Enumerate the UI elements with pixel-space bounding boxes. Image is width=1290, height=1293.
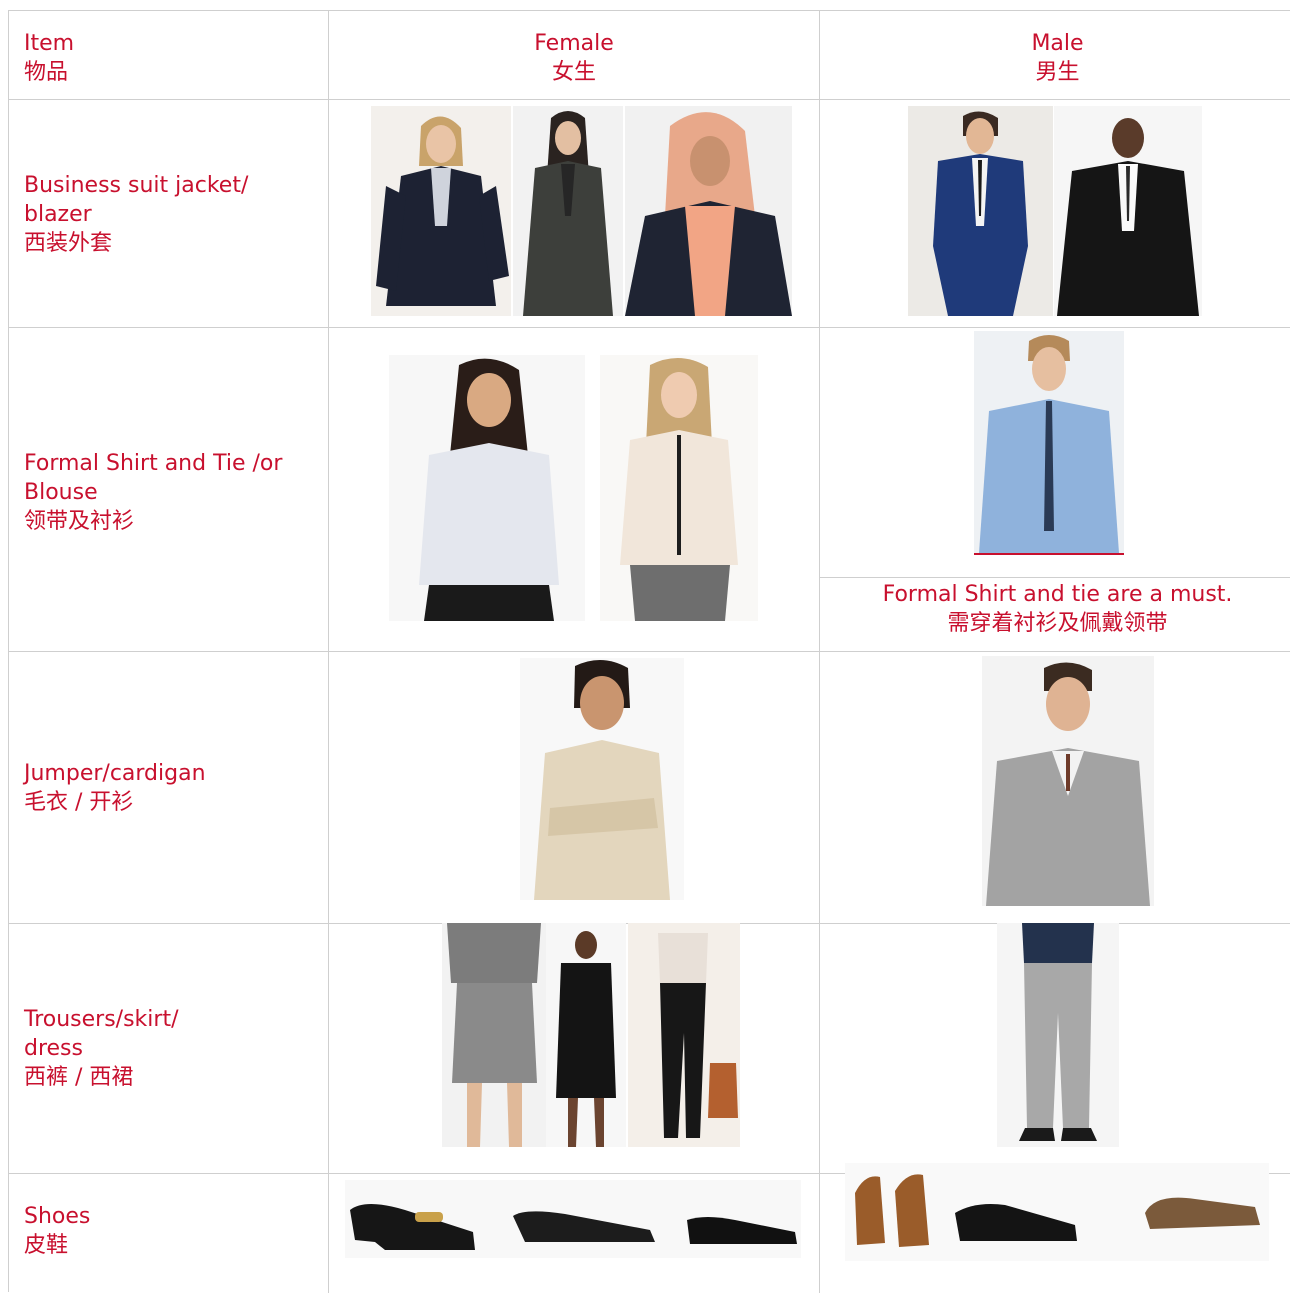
female-jumper-photo — [520, 658, 684, 900]
female-suit-photo-1 — [371, 106, 511, 316]
shirt-male-note-en: Formal Shirt and tie are a must. — [882, 582, 1233, 607]
male-shoes-photo — [845, 1163, 1269, 1261]
male-shirt-photo — [974, 331, 1124, 555]
jumper-label-zh: 毛衣 / 开衫 — [24, 790, 134, 815]
shoes-label-zh: 皮鞋 — [24, 1233, 69, 1258]
trousers-label-en-2: dress — [24, 1036, 83, 1061]
header-male-en: Male — [1031, 31, 1084, 56]
female-trousers-photo-3 — [628, 923, 740, 1147]
header-item-cell: Item 物品 — [9, 11, 329, 99]
suit-label-zh: 西装外套 — [24, 231, 113, 256]
header-female-en: Female — [534, 31, 614, 56]
shirt-label-en-1: Formal Shirt and Tie /or — [24, 451, 283, 476]
shirt-label-cell: Formal Shirt and Tie /or Blouse 领带及衬衫 — [9, 328, 329, 651]
suit-label-en-2: blazer — [24, 202, 92, 227]
shoes-label-en: Shoes — [24, 1204, 91, 1229]
header-female-zh: 女生 — [551, 60, 596, 85]
header-item-en: Item — [24, 31, 75, 56]
female-trousers-photo-2 — [546, 923, 626, 1147]
female-suit-photo-3 — [625, 106, 792, 316]
trousers-label-cell: Trousers/skirt/ dress 西裤 / 西裙 — [9, 924, 329, 1173]
male-suit-photo-2 — [1054, 106, 1202, 316]
trousers-label-en-1: Trousers/skirt/ — [24, 1007, 179, 1032]
jumper-label-cell: Jumper/cardigan 毛衣 / 开衫 — [9, 652, 329, 923]
suit-label-cell: Business suit jacket/ blazer 西装外套 — [9, 100, 329, 327]
male-trousers-photo — [997, 923, 1119, 1147]
female-shoes-photo — [345, 1180, 801, 1258]
jumper-label-en: Jumper/cardigan — [24, 761, 206, 786]
female-shirt-photo-1 — [389, 355, 585, 621]
header-female-cell: Female 女生 — [329, 11, 820, 99]
shirt-male-divider — [820, 577, 1290, 578]
shirt-label-en-2: Blouse — [24, 480, 98, 505]
female-trousers-photo-1 — [442, 923, 546, 1147]
suit-label-en-1: Business suit jacket/ — [24, 173, 249, 198]
male-jumper-photo — [982, 656, 1154, 906]
trousers-label-zh: 西裤 / 西裙 — [24, 1065, 134, 1090]
shirt-male-note-zh: 需穿着衬衫及佩戴领带 — [947, 611, 1168, 636]
header-male-cell: Male 男生 — [820, 11, 1290, 99]
header-male-zh: 男生 — [1035, 60, 1080, 85]
female-suit-photo-2 — [513, 106, 623, 316]
male-suit-photo-1 — [908, 106, 1053, 316]
header-item-zh: 物品 — [24, 60, 69, 85]
shirt-label-zh: 领带及衬衫 — [24, 509, 135, 534]
shoes-label-cell: Shoes 皮鞋 — [9, 1174, 329, 1293]
header-row: Item 物品 Female 女生 Male 男生 — [9, 11, 1290, 100]
female-shirt-photo-2 — [600, 355, 758, 621]
